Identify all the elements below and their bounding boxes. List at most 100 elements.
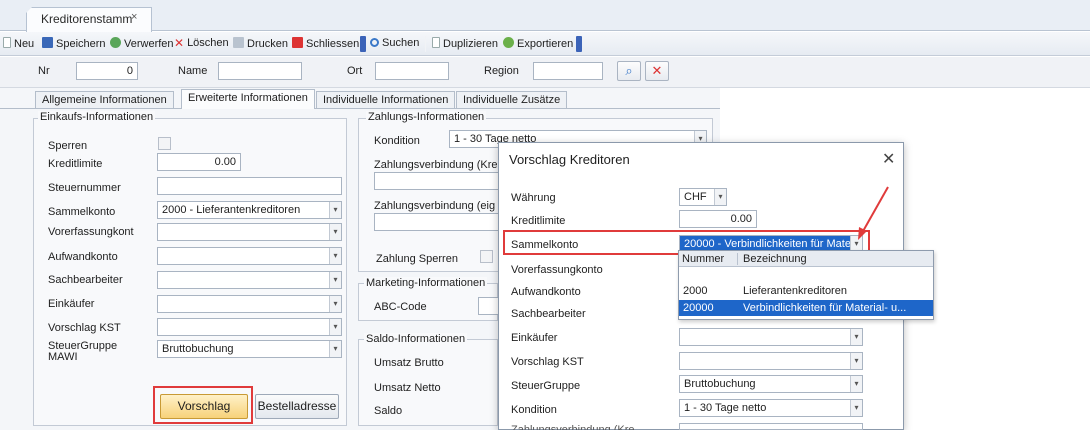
duplicate-button[interactable]: Duplizieren [432, 37, 498, 50]
sperren-label: Sperren [48, 140, 88, 152]
list-item-selected[interactable]: 20000 Verbindlichkeiten für Material- u.… [679, 300, 933, 316]
tab-individuelle-zusaetze[interactable]: Individuelle Zusätze [456, 91, 568, 108]
document-tab-label: Kreditorenstamm [41, 12, 133, 26]
steuergruppe-value: Bruttobuchung [162, 343, 234, 355]
aufwandkonto-combo[interactable]: ▾ [157, 247, 342, 265]
filter-bar: Nr 0 Name Ort Region ⌕ ✕ [0, 57, 1090, 88]
search-filter-button[interactable]: ⌕ [617, 61, 641, 81]
print-label: Drucken [247, 38, 288, 50]
zahlung-group-title: Zahlungs-Informationen [366, 111, 487, 123]
print-button[interactable]: Drucken [233, 37, 288, 50]
tab-allgemeine-informationen[interactable]: Allgemeine Informationen [35, 91, 174, 108]
zahlung-sperren-checkbox[interactable] [480, 250, 493, 263]
list-item[interactable]: 2000 Lieferantenkreditoren [679, 283, 933, 299]
duplicate-label: Duplizieren [443, 38, 499, 50]
chevron-down-icon[interactable]: ▾ [850, 353, 862, 369]
dialog-kondition-combo[interactable]: 1 - 30 Tage netto ▾ [679, 399, 863, 417]
search-icon: ⌕ [625, 63, 633, 78]
steuergruppe-label: SteuerGruppe MAWI [48, 341, 117, 363]
vorschlag-kst-combo[interactable]: ▾ [157, 318, 342, 336]
dialog-cut-label: Zahlungsverbindung (Kre [511, 424, 635, 430]
dialog-aufwandkonto-label: Aufwandkonto [511, 286, 581, 298]
dialog-steuergruppe-value: Bruttobuchung [684, 378, 756, 390]
chevron-down-icon[interactable]: ▾ [850, 400, 862, 416]
toolbar: Neu Speichern Verwerfen ✕ Löschen Drucken… [0, 32, 1090, 56]
export-label: Exportieren [517, 38, 574, 50]
chevron-down-icon[interactable]: ▾ [329, 272, 341, 288]
zahlungsverbindung-eig-input[interactable] [374, 213, 504, 231]
export-button[interactable]: Exportieren [503, 37, 573, 50]
dialog-vorschlag-kst-combo[interactable]: ▾ [679, 352, 863, 370]
sachbearbeiter-combo[interactable]: ▾ [157, 271, 342, 289]
close-button[interactable]: Schliessen [292, 37, 359, 50]
umsatz-brutto-label: Umsatz Brutto [374, 357, 444, 369]
dialog-einkaeufer-combo[interactable]: ▾ [679, 328, 863, 346]
export-icon [503, 37, 514, 48]
chevron-down-icon[interactable]: ▾ [850, 329, 862, 345]
chevron-down-icon[interactable]: ▾ [329, 296, 341, 312]
dialog-sammelkonto-value: 20000 - Verbindlichkeiten für Materi [684, 238, 858, 250]
close-icon[interactable]: ✕ [882, 149, 895, 169]
ort-input[interactable] [375, 62, 449, 80]
vorerfassungkont-label: Vorerfassungkont [48, 226, 134, 238]
kreditlimite-label: Kreditlimite [48, 158, 103, 170]
name-input[interactable] [218, 62, 302, 80]
sammelkonto-dropdown: Nummer Bezeichnung 2000 Lieferantenkredi… [678, 250, 934, 320]
chevron-down-icon[interactable]: ▾ [850, 376, 862, 392]
einkaeufer-combo[interactable]: ▾ [157, 295, 342, 313]
save-icon [42, 37, 53, 48]
toolbar-separator [360, 36, 366, 52]
discard-button[interactable]: Verwerfen [110, 37, 174, 50]
kreditlimite-input[interactable]: 0.00 [157, 153, 241, 171]
chevron-down-icon[interactable]: ▾ [329, 319, 341, 335]
steuergruppe-label-line2: MAWI [48, 351, 78, 363]
sperren-checkbox[interactable] [158, 137, 171, 150]
new-button[interactable]: Neu [3, 37, 34, 50]
einkauf-group-title: Einkaufs-Informationen [38, 111, 156, 123]
umsatz-netto-label: Umsatz Netto [374, 382, 441, 394]
dialog-cut-combo[interactable] [679, 423, 863, 430]
close-icon[interactable]: × [131, 11, 137, 23]
search-label: Suchen [382, 37, 420, 49]
print-icon [233, 37, 244, 48]
vorschlag-button[interactable]: Vorschlag [160, 394, 248, 419]
chevron-down-icon[interactable]: ▾ [714, 189, 726, 205]
tab-individuelle-informationen[interactable]: Individuelle Informationen [316, 91, 456, 108]
chevron-down-icon[interactable]: ▾ [329, 341, 341, 357]
tab-erweiterte-informationen[interactable]: Erweiterte Informationen [181, 89, 315, 109]
document-tab-strip [0, 0, 1090, 31]
delete-icon: ✕ [174, 36, 185, 50]
dialog-einkaeufer-label: Einkäufer [511, 332, 558, 344]
zahlungsverbindung-kre-input[interactable] [374, 172, 504, 190]
sammelkonto-value: 2000 - Lieferantenkreditoren [162, 204, 301, 216]
steuergruppe-combo[interactable]: Bruttobuchung ▾ [157, 340, 342, 358]
vorerfassungkonto-label: Vorerfassungkonto [511, 264, 603, 276]
chevron-down-icon[interactable]: ▾ [329, 202, 341, 218]
close-label: Schliessen [306, 38, 360, 50]
chevron-down-icon[interactable]: ▾ [329, 224, 341, 240]
marketing-group-title: Marketing-Informationen [364, 277, 488, 289]
new-document-icon [3, 37, 11, 48]
clear-filter-button[interactable]: ✕ [645, 61, 669, 81]
bestelladresse-button[interactable]: Bestelladresse [255, 394, 339, 419]
search-button[interactable]: Suchen [370, 37, 419, 49]
nr-input[interactable]: 0 [76, 62, 138, 80]
kondition-label: Kondition [374, 135, 420, 147]
duplicate-icon [432, 37, 440, 48]
dialog-kreditlimite-input[interactable]: 0.00 [679, 210, 757, 228]
sammelkonto-combo[interactable]: 2000 - Lieferantenkreditoren ▾ [157, 201, 342, 219]
steuernummer-input[interactable] [157, 177, 342, 195]
close-window-icon [292, 37, 303, 48]
vorerfassungkont-combo[interactable]: ▾ [157, 223, 342, 241]
waehrung-label: Währung [511, 192, 556, 204]
dialog-steuergruppe-combo[interactable]: Bruttobuchung ▾ [679, 375, 863, 393]
waehrung-combo[interactable]: CHF ▾ [679, 188, 727, 206]
chevron-down-icon[interactable]: ▾ [329, 248, 341, 264]
toolbar-separator [576, 36, 582, 52]
column-bezeichnung: Bezeichnung [737, 253, 807, 265]
delete-button[interactable]: ✕ Löschen [174, 37, 229, 49]
toolbar-separator [425, 36, 426, 52]
region-input[interactable] [533, 62, 603, 80]
save-button[interactable]: Speichern [42, 37, 106, 50]
zahlungsverbindung-kre-label: Zahlungsverbindung (Kre [374, 159, 498, 171]
